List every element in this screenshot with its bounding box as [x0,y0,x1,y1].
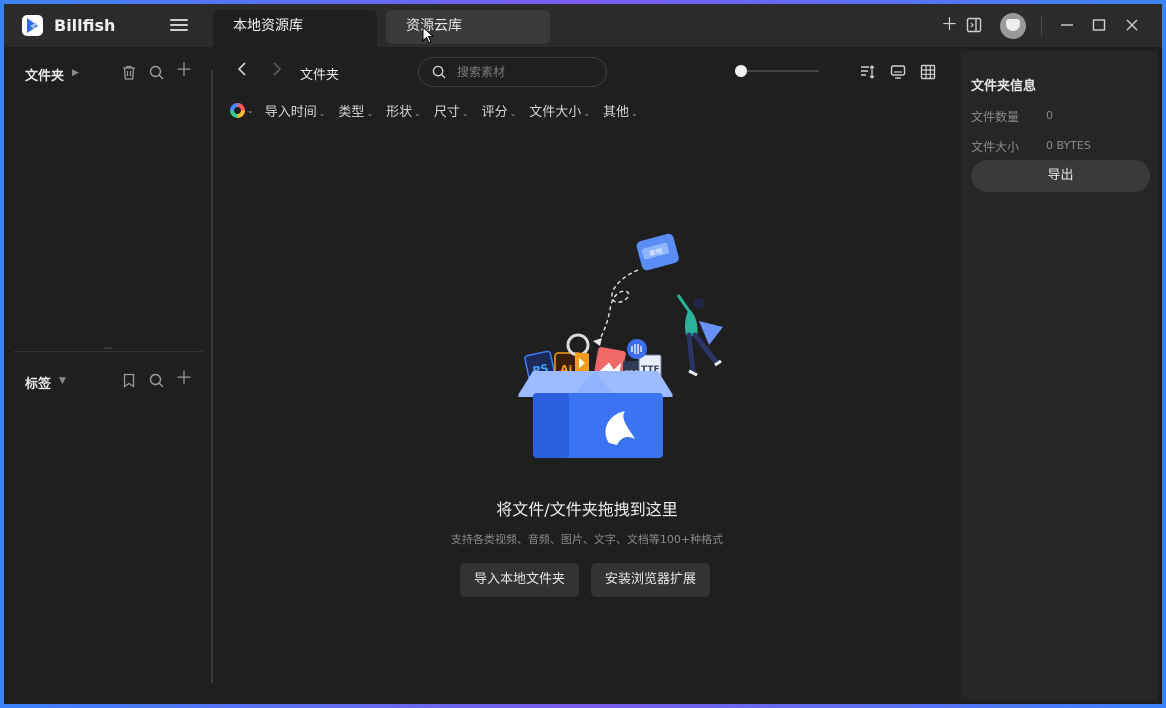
grid-view-icon[interactable] [920,64,936,80]
color-wheel-icon [230,102,245,118]
filter-other[interactable]: 其他 ⌄ [603,101,638,120]
filter-file-size[interactable]: 文件大小 ⌄ [529,101,590,120]
caret-right-icon[interactable]: ▶ [72,68,79,78]
search-input[interactable] [457,63,597,81]
zoom-slider-knob[interactable] [735,65,747,77]
minimize-icon[interactable] [1060,18,1074,36]
main-content: 文件夹 ⌄ 导入时间⌄ 类型⌄ 形状⌄ 尺寸⌄ 评分⌄ 文件大小⌄ 其他⌄ [213,47,961,704]
mouse-cursor-icon [422,26,434,44]
chevron-down-icon: ⌄ [631,108,638,118]
tag-search-icon[interactable] [149,373,164,391]
plus-icon[interactable]: ＋ [941,16,958,34]
forward-arrow-icon[interactable] [272,61,282,80]
chevron-down-icon: ⌄ [461,108,469,118]
folder-info-panel: 文件夹信息 文件数量 0 文件大小 0 BYTES 导出 [961,51,1158,700]
sidebar-toggle-icon[interactable] [966,17,982,37]
folder-info-title: 文件夹信息 [971,79,1037,94]
zoom-slider[interactable] [735,65,819,77]
search-icon [432,65,446,79]
export-button[interactable]: 导出 [971,160,1150,192]
back-arrow-icon[interactable] [237,61,247,80]
titlebar-divider [1041,16,1042,36]
empty-state-subtitle: 支持各类视频、音频、图片、文字、文档等100+种格式 [450,533,724,546]
import-local-folder-button[interactable]: 导入本地文件夹 [460,563,579,597]
file-count-label: 文件数量 [971,110,1020,124]
sidebar-separator [14,351,203,352]
app-name: Billfish [54,16,116,35]
empty-state-title: 将文件/文件夹拖拽到这里 [496,500,678,519]
hamburger-menu-icon[interactable] [170,16,188,34]
trash-icon[interactable] [122,65,136,83]
chevron-down-icon: ⌄ [509,108,517,118]
tags-section-title[interactable]: 标签 [25,373,51,392]
search-icon[interactable] [149,65,164,83]
filter-rating[interactable]: 评分 ⌄ [482,101,517,120]
chevron-down-icon: ⌄ [583,108,591,118]
tab-cloud-library[interactable]: 资源云库 [386,10,550,44]
add-tag-icon[interactable]: ＋ [175,370,193,388]
filter-size[interactable]: 尺寸 ⌄ [434,101,469,120]
add-folder-icon[interactable]: ＋ [175,62,193,80]
file-size-label: 文件大小 [971,140,1020,154]
close-icon[interactable] [1125,18,1139,36]
chevron-down-icon: ⌄ [414,108,421,118]
caret-down-icon[interactable]: ▼ [59,376,66,386]
color-filter[interactable]: ⌄ [230,102,254,118]
chevron-down-icon: ⌄ [366,108,374,118]
filter-bar: ⌄ 导入时间 ⌄ 类型 ⌄ 形状 ⌄ 尺寸 ⌄ 评分 ⌄ 文件大小 ⌄ 其他 ⌄ [230,100,651,120]
file-size-value: 0 BYTES [1046,139,1091,152]
app-window: Billfish 本地资源库 资源云库 ＋ 文件夹 ▶ ＋ 标签 ▼ ＋ 文件夹… [4,4,1162,704]
resize-grip[interactable] [104,347,112,349]
left-sidebar: 文件夹 ▶ ＋ 标签 ▼ ＋ [4,47,213,704]
tab-local-library[interactable]: 本地资源库 [213,10,377,47]
filter-shape[interactable]: 形状 ⌄ [386,101,421,120]
title-bar: Billfish 本地资源库 资源云库 ＋ [4,4,1162,47]
billfish-logo-icon [22,15,43,36]
filter-type[interactable]: 类型 ⌄ [338,101,373,120]
filter-import-time[interactable]: 导入时间 ⌄ [265,101,326,120]
sort-icon[interactable] [860,64,876,80]
chevron-down-icon: ⌄ [318,108,326,118]
file-count-value: 0 [1046,109,1053,122]
empty-state-illustration: 本地 PS Ai CDR T [518,233,723,458]
install-browser-extension-button[interactable]: 安装浏览器扩展 [591,563,710,597]
user-avatar[interactable] [1000,13,1026,39]
chevron-down-icon: ⌄ [247,105,254,115]
bookmark-icon[interactable] [122,373,136,391]
preview-mode-icon[interactable] [890,64,906,80]
search-box[interactable] [418,57,607,87]
maximize-icon[interactable] [1092,18,1106,36]
folders-section-title[interactable]: 文件夹 [25,65,64,84]
breadcrumb[interactable]: 文件夹 [300,64,339,83]
